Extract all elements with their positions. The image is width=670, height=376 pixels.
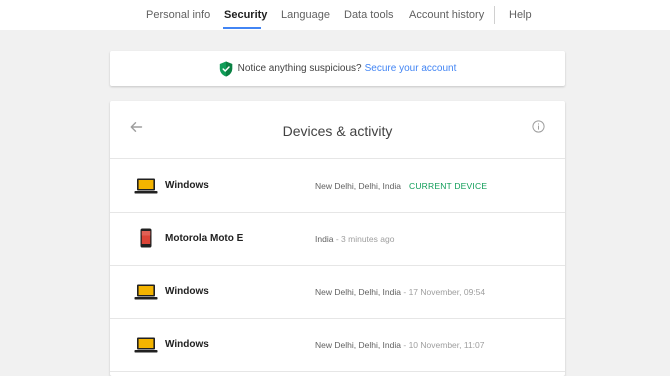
device-location: New Delhi, Delhi, India — [315, 181, 401, 191]
info-icon[interactable] — [532, 120, 545, 133]
settings-nav: Personal info Security Language Data too… — [0, 0, 670, 30]
device-last-active: 3 minutes ago — [341, 234, 395, 244]
notice-text: Notice anything suspicious? — [237, 63, 362, 74]
laptop-icon — [134, 178, 158, 194]
tab-help[interactable]: Help — [509, 9, 532, 21]
device-name: Motorola Moto E — [165, 233, 244, 244]
devices-activity-card: Devices & activity Windows New Delhi, De… — [110, 101, 565, 376]
laptop-icon — [134, 284, 158, 300]
card-header: Devices & activity — [110, 101, 565, 159]
top-navigation-bar: Personal info Security Language Data too… — [0, 0, 670, 30]
meta-separator: - — [335, 234, 339, 244]
device-location: New Delhi, Delhi, India — [315, 340, 401, 350]
tab-personal-info[interactable]: Personal info — [146, 9, 210, 21]
tab-security[interactable]: Security — [224, 9, 267, 21]
security-notice-card: Notice anything suspicious? Secure your … — [110, 51, 565, 86]
device-meta: New Delhi, Delhi, India - 10 November, 1… — [315, 340, 485, 350]
shield-check-icon — [219, 61, 232, 76]
device-name: Windows — [165, 286, 209, 297]
page-title: Devices & activity — [282, 123, 393, 139]
device-row[interactable]: Windows New Delhi, Delhi, India CURRENT D… — [110, 159, 565, 213]
device-last-active: 17 November, 09:54 — [408, 287, 486, 297]
device-name: Windows — [165, 180, 209, 191]
device-name: Windows — [165, 339, 209, 350]
device-row[interactable]: Motorola Moto E India - 3 minutes ago — [110, 212, 565, 266]
meta-separator: - — [403, 287, 407, 297]
tab-account-history[interactable]: Account history — [409, 9, 484, 21]
active-tab-indicator — [223, 27, 261, 29]
device-location: India — [315, 234, 334, 244]
tab-language[interactable]: Language — [281, 9, 330, 21]
device-meta: India - 3 minutes ago — [315, 234, 394, 244]
device-location: New Delhi, Delhi, India — [315, 287, 401, 297]
laptop-icon — [134, 337, 158, 353]
secure-account-link[interactable]: Secure your account — [365, 63, 457, 74]
device-last-active: 10 November, 11:07 — [408, 340, 485, 350]
phone-icon — [140, 228, 152, 248]
device-meta: New Delhi, Delhi, India CURRENT DEVICE — [315, 181, 487, 191]
device-row[interactable]: Windows New Delhi, Delhi, India - 17 Nov… — [110, 265, 565, 319]
device-meta: New Delhi, Delhi, India - 17 November, 0… — [315, 287, 485, 297]
nav-divider — [494, 6, 495, 24]
current-device-badge: CURRENT DEVICE — [408, 181, 488, 191]
tab-data-tools[interactable]: Data tools — [344, 9, 394, 21]
device-row[interactable]: Windows New Delhi, Delhi, India - 10 Nov… — [110, 318, 565, 372]
meta-separator: - — [403, 340, 407, 350]
